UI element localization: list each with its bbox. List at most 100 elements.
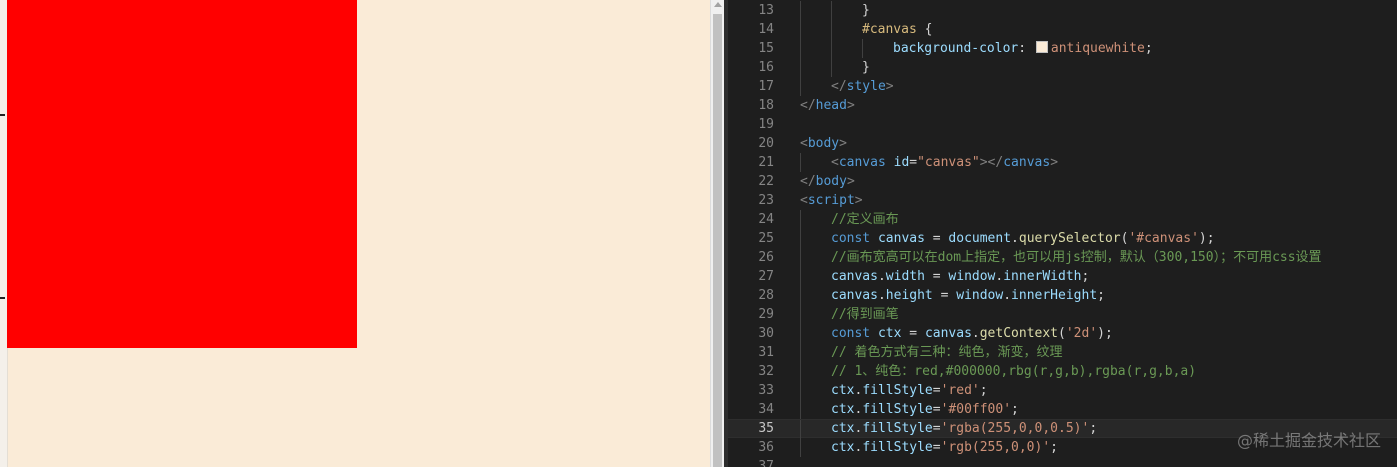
code-token: ; [1081, 269, 1090, 284]
code-line[interactable]: 19 [728, 115, 1397, 134]
code-line[interactable]: 18 </head> [728, 96, 1397, 115]
code-token: </ [800, 98, 816, 113]
code-token: ; [979, 383, 988, 398]
code-token: //定义画布 [831, 212, 899, 227]
code-token: ctx [831, 421, 855, 436]
line-number: 26 [758, 250, 774, 265]
code-text: //得到画笔 [831, 305, 899, 324]
code-token: window [948, 269, 996, 284]
code-line[interactable]: 26 //画布宽高可以在dom上指定，也可以用js控制，默认（300,150）；不… [728, 248, 1397, 267]
code-line[interactable]: 34 ctx.fillStyle='#00ff00'; [728, 400, 1397, 419]
preview-scrollbar[interactable] [710, 0, 725, 467]
code-text: background-color: antiquewhite; [893, 39, 1153, 58]
line-number: 28 [758, 288, 774, 303]
code-token: fillStyle [862, 421, 933, 436]
code-token: ; [1050, 440, 1058, 455]
code-token: > [839, 136, 847, 151]
code-token: ; [1097, 288, 1105, 303]
code-token: fillStyle [862, 402, 933, 417]
indent-guide [800, 324, 801, 343]
code-line[interactable]: 30 const ctx = canvas.getContext('2d'); [728, 324, 1397, 343]
filled-rectangle [7, 0, 357, 348]
code-text: <canvas id="canvas"></canvas> [831, 153, 1058, 172]
code-token: fillStyle [862, 383, 933, 398]
code-token: background-color [893, 41, 1019, 56]
code-token: ; [1144, 41, 1153, 56]
code-token: ; [1011, 402, 1019, 417]
line-number: 35 [758, 421, 774, 436]
code-token: head [815, 98, 847, 113]
code-token: id [893, 155, 910, 170]
indent-guide [800, 438, 801, 457]
code-token: < [831, 155, 839, 170]
code-token: } [862, 60, 870, 75]
code-line[interactable]: 15 background-color: antiquewhite; [728, 39, 1397, 58]
code-text: } [862, 58, 870, 77]
code-token: querySelector [1018, 231, 1121, 246]
code-token: canvas [924, 326, 972, 341]
code-text: ctx.fillStyle='rgb(255,0,0)'; [831, 438, 1058, 457]
line-number: 21 [758, 155, 774, 170]
code-token: canvas [831, 269, 878, 284]
code-line[interactable]: 28 canvas.height = window.innerHeight; [728, 286, 1397, 305]
code-line[interactable]: 27 canvas.width = window.innerWidth; [728, 267, 1397, 286]
indent-guide [800, 400, 801, 419]
scrollbar-thumb[interactable] [713, 14, 722, 467]
code-line[interactable]: 22 </body> [728, 172, 1397, 191]
indent-guide [800, 153, 801, 172]
code-token: { [916, 22, 933, 37]
code-token: = [932, 288, 957, 303]
line-number: 16 [758, 60, 774, 75]
code-line[interactable]: 29 //得到画笔 [728, 305, 1397, 324]
code-line[interactable]: 14 #canvas { [728, 20, 1397, 39]
code-line[interactable]: 13} [728, 1, 1397, 20]
code-line[interactable]: 24 //定义画布 [728, 210, 1397, 229]
code-line[interactable]: 17 </style> [728, 77, 1397, 96]
code-text: ctx.fillStyle='rgba(255,0,0,0.5)'; [831, 420, 1097, 437]
code-token: = [924, 231, 949, 246]
code-text: ctx.fillStyle='#00ff00'; [831, 400, 1019, 419]
code-token: ; [1089, 421, 1098, 436]
code-line[interactable]: 37 [728, 457, 1397, 467]
code-token: body [815, 174, 847, 189]
indent-guide [800, 381, 801, 400]
code-token: '#00ff00' [940, 402, 1012, 417]
code-token: const [831, 326, 871, 341]
indent-guide [800, 229, 801, 248]
code-token: . [971, 326, 980, 341]
code-token: innerHeight [1011, 288, 1098, 303]
indent-guide [800, 210, 801, 229]
code-token: < [800, 193, 808, 208]
code-token: "canvas" [917, 155, 980, 170]
code-line[interactable]: 25 const canvas = document.querySelector(… [728, 229, 1397, 248]
code-token: . [877, 269, 886, 284]
code-token: 'red' [940, 383, 980, 398]
color-swatch-icon[interactable] [1035, 41, 1048, 53]
code-token: = [901, 326, 925, 341]
code-line[interactable]: 33 ctx.fillStyle='red'; [728, 381, 1397, 400]
code-line[interactable]: 32 // 1、纯色：red,#000000,rbg(r,g,b),rgba(r,… [728, 362, 1397, 381]
code-text: // 1、纯色：red,#000000,rbg(r,g,b),rgba(r,g,… [831, 362, 1196, 381]
code-token: body [807, 136, 840, 151]
code-line[interactable]: 21 <canvas id="canvas"></canvas> [728, 153, 1397, 172]
code-line[interactable]: 16} [728, 58, 1397, 77]
code-token: > [1050, 155, 1059, 170]
code-line[interactable]: 23 <script> [728, 191, 1397, 210]
code-token: ctx [831, 383, 855, 398]
indent-guide [831, 39, 832, 58]
code-token: ctx [831, 402, 855, 417]
line-number: 24 [758, 212, 774, 227]
indent-guide [800, 58, 801, 77]
indent-guide [800, 77, 801, 96]
line-number: 25 [758, 231, 774, 246]
code-text: canvas.width = window.innerWidth; [831, 267, 1089, 286]
scroll-up-arrow-icon[interactable] [714, 2, 722, 7]
indent-guide [831, 20, 832, 39]
code-line[interactable]: 31 // 着色方式有三种：纯色，渐变，纹理 [728, 343, 1397, 362]
edge-marker [0, 297, 5, 299]
code-editor[interactable]: 13} 14 #canvas {15 background-color: antiqu… [728, 0, 1397, 467]
code-line[interactable]: 20 <body> [728, 134, 1397, 153]
code-token: canvas [831, 288, 878, 303]
code-token: document [948, 231, 1012, 246]
